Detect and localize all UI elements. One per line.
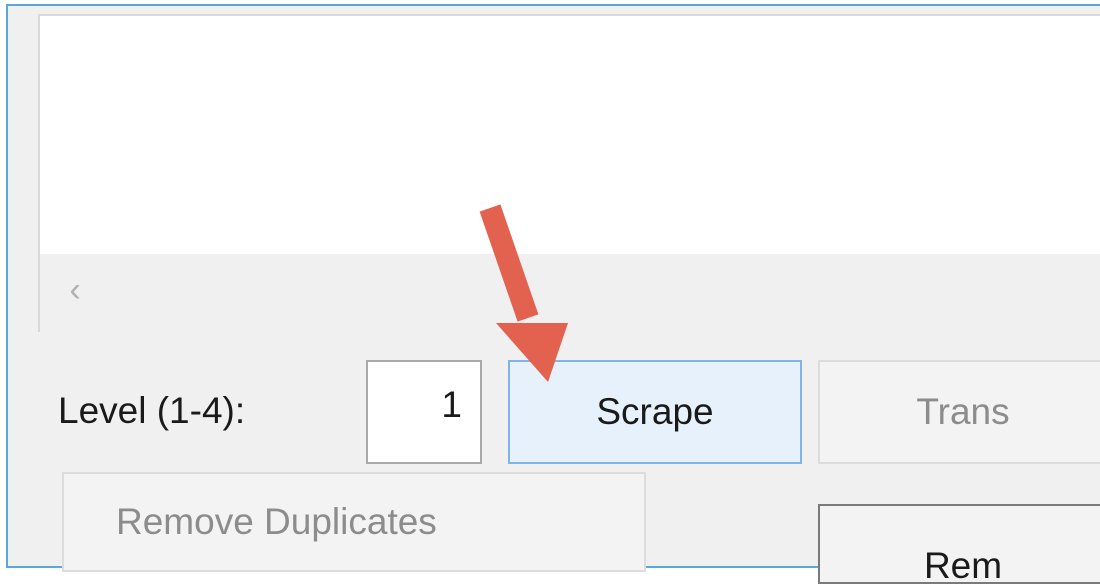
scrape-button[interactable]: Scrape [508, 360, 802, 464]
results-list[interactable] [40, 16, 1100, 254]
level-label: Level (1-4): [58, 390, 246, 431]
scroll-left-arrow-icon[interactable]: ‹ [60, 270, 90, 310]
horizontal-scrollbar[interactable]: ‹ [40, 254, 1100, 332]
results-list-panel: ‹ [38, 14, 1100, 332]
level-input[interactable] [366, 360, 482, 464]
trans-button[interactable]: Trans [818, 360, 1100, 464]
remove-duplicates-button[interactable]: Remove Duplicates [62, 472, 646, 572]
remove-button[interactable]: Rem [818, 504, 1100, 584]
